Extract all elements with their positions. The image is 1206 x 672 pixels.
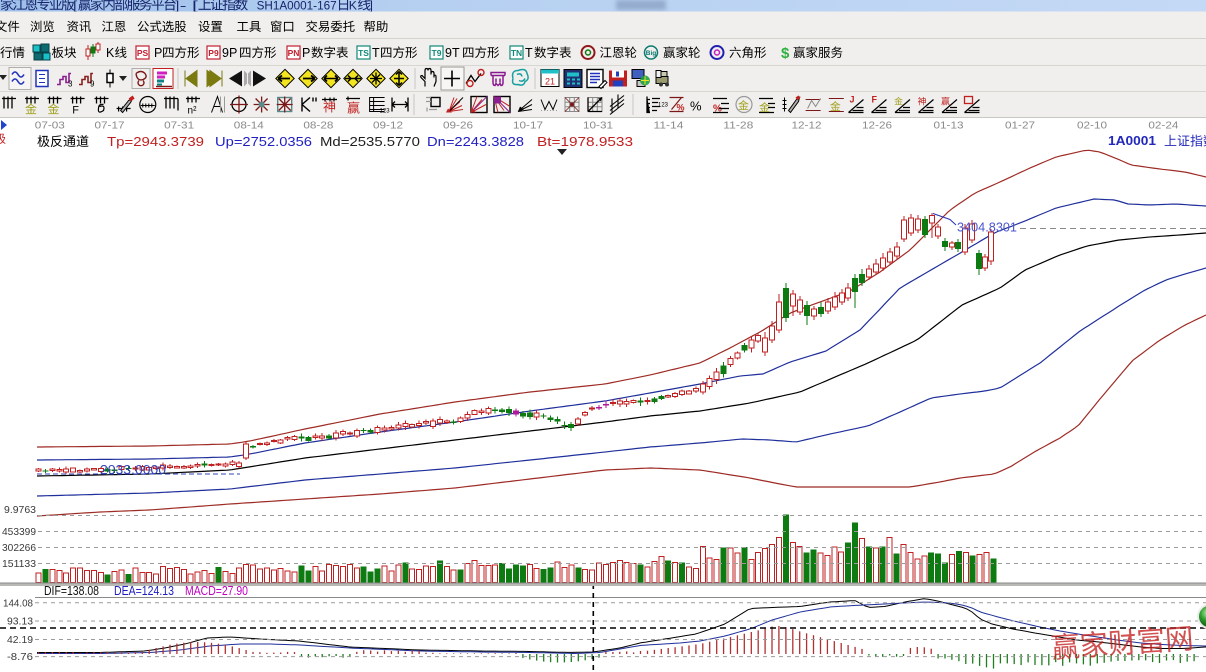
svg-text:09-26: 09-26 xyxy=(443,120,473,132)
svg-text:SH1A0001-167: SH1A0001-167 xyxy=(257,0,337,12)
svg-text:J: J xyxy=(850,95,855,105)
svg-text:01-13: 01-13 xyxy=(934,120,964,132)
svg-text:T9: T9 xyxy=(432,48,442,58)
svg-text:F: F xyxy=(872,95,878,105)
svg-text:Bt=1978.9533: Bt=1978.9533 xyxy=(537,135,633,149)
svg-text:11-28: 11-28 xyxy=(723,120,753,132)
svg-text:T: T xyxy=(525,46,533,60)
svg-text:K: K xyxy=(349,0,357,12)
svg-text:Up=2752.0356: Up=2752.0356 xyxy=(215,135,312,149)
svg-text:DEA=124.13: DEA=124.13 xyxy=(114,584,174,598)
svg-text:11-14: 11-14 xyxy=(654,120,684,132)
svg-text:9T: 9T xyxy=(445,46,460,60)
svg-text:144.08: 144.08 xyxy=(3,597,33,609)
svg-text:09-12: 09-12 xyxy=(373,120,403,132)
svg-text:Md=2535.5770: Md=2535.5770 xyxy=(320,135,420,149)
svg-text:07-17: 07-17 xyxy=(95,120,125,132)
svg-text:453399: 453399 xyxy=(2,526,36,538)
svg-text:- [: - [ xyxy=(180,0,199,12)
svg-text:2033.0000: 2033.0000 xyxy=(100,462,166,477)
svg-text:$: $ xyxy=(781,45,790,62)
svg-text:Dn=2243.3828: Dn=2243.3828 xyxy=(427,135,524,149)
svg-text:F: F xyxy=(72,105,79,117)
svg-text:123: 123 xyxy=(658,103,669,109)
svg-text:n²: n² xyxy=(188,106,198,117)
svg-text:]: ] xyxy=(175,0,179,12)
svg-text:3404.8301: 3404.8301 xyxy=(957,221,1017,235)
svg-text:PS: PS xyxy=(137,48,149,58)
svg-text:08-14: 08-14 xyxy=(234,120,264,132)
svg-text:9.9763: 9.9763 xyxy=(4,504,36,516)
svg-text:TN: TN xyxy=(511,48,522,58)
svg-text:93.13: 93.13 xyxy=(7,616,33,628)
svg-text:12-12: 12-12 xyxy=(792,120,822,132)
svg-text:Tp=2943.3739: Tp=2943.3739 xyxy=(107,135,204,149)
svg-text:302266: 302266 xyxy=(2,542,36,554)
svg-text:K: K xyxy=(106,46,115,60)
svg-text:02-24: 02-24 xyxy=(1148,120,1178,132)
svg-text:]: ] xyxy=(370,0,373,12)
svg-text:T: T xyxy=(372,46,380,60)
svg-text:9: 9 xyxy=(90,80,95,89)
svg-text:PN: PN xyxy=(288,48,300,58)
svg-text:-8.76: -8.76 xyxy=(7,651,33,663)
svg-text:DIF=138.08: DIF=138.08 xyxy=(44,584,99,598)
svg-text:MACD=27.90: MACD=27.90 xyxy=(185,584,248,598)
svg-text:P: P xyxy=(154,46,162,60)
svg-text:151133: 151133 xyxy=(2,558,36,570)
svg-text:123: 123 xyxy=(380,109,391,115)
svg-text:12-26: 12-26 xyxy=(862,120,892,132)
svg-text:1A0001: 1A0001 xyxy=(1108,133,1156,148)
svg-text:10-31: 10-31 xyxy=(583,120,613,132)
svg-text:10-17: 10-17 xyxy=(513,120,543,132)
svg-text:07-03: 07-03 xyxy=(35,120,65,132)
svg-text:TS: TS xyxy=(358,48,369,58)
svg-text:42.19: 42.19 xyxy=(7,634,33,646)
svg-text:02-10: 02-10 xyxy=(1077,120,1107,132)
svg-text:%: % xyxy=(690,99,702,114)
svg-text:%: % xyxy=(677,103,685,113)
svg-text:9P: 9P xyxy=(222,46,237,60)
svg-text:07-31: 07-31 xyxy=(164,120,194,132)
svg-text:08-28: 08-28 xyxy=(303,120,333,132)
svg-text:3: 3 xyxy=(68,80,73,89)
svg-text:21: 21 xyxy=(545,77,555,87)
svg-text:01-27: 01-27 xyxy=(1005,120,1035,132)
svg-text:P: P xyxy=(302,46,310,60)
svg-text:P9: P9 xyxy=(208,48,219,58)
svg-text:Big: Big xyxy=(646,50,657,57)
